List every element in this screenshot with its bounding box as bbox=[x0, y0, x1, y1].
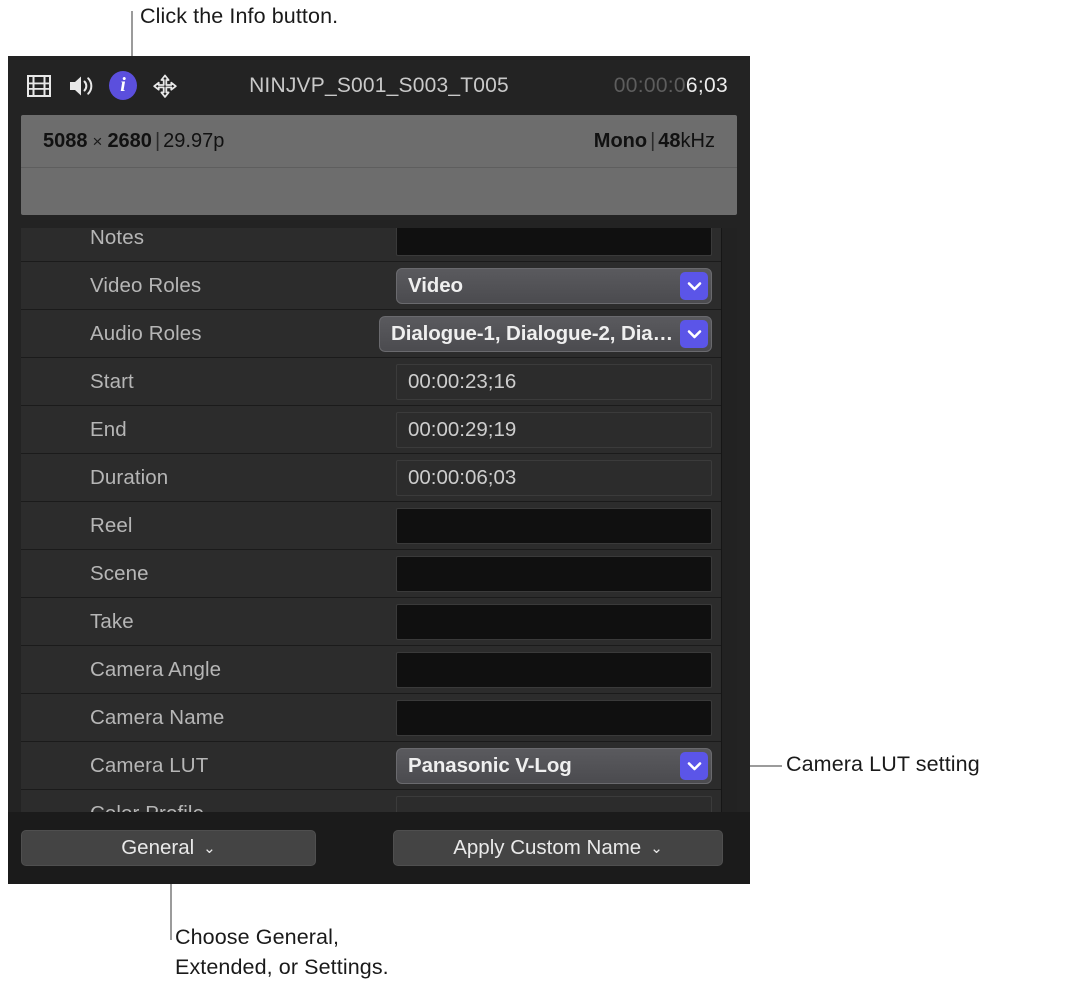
popup-button-label: Dialogue-1, Dialogue-2, Dia… bbox=[391, 321, 673, 345]
audio-channels: Mono bbox=[593, 129, 648, 152]
metadata-field-value: 00:00:23;16 bbox=[396, 363, 721, 400]
inspector-window: i NINJVP_S001_S003_T005 00:00:0 6;03 5088… bbox=[8, 56, 750, 884]
inspector-toolbar: i NINJVP_S001_S003_T005 00:00:0 6;03 bbox=[8, 56, 750, 115]
chevron-down-icon[interactable] bbox=[680, 271, 708, 300]
text-field[interactable] bbox=[396, 228, 712, 256]
metadata-field-value bbox=[396, 795, 721, 812]
sample-rate-unit: kHz bbox=[680, 129, 715, 152]
metadata-field-label: Reel bbox=[90, 513, 133, 537]
inspector-tab-icons: i bbox=[8, 71, 179, 100]
timecode-dim-part: 00:00:0 bbox=[613, 73, 686, 97]
popup-button[interactable]: Dialogue-1, Dialogue-2, Dia… bbox=[379, 315, 712, 352]
readonly-field bbox=[396, 795, 712, 812]
metadata-scrollbar[interactable] bbox=[721, 228, 737, 812]
metadata-field-label: End bbox=[90, 417, 127, 441]
media-summary-row: 5088 × 2680 | 29.97p Mono | 48 kHz bbox=[21, 115, 737, 168]
table-row: Audio Roles Dialogue-1, Dialogue-2, Dia… bbox=[21, 310, 721, 358]
table-row: Duration 00:00:06;03 bbox=[21, 454, 721, 502]
metadata-field-label: Camera Angle bbox=[90, 657, 222, 681]
metadata-field-value bbox=[396, 555, 721, 592]
chevron-down-icon[interactable] bbox=[680, 751, 708, 780]
table-row: Camera Name bbox=[21, 694, 721, 742]
metadata-field-value bbox=[396, 507, 721, 544]
callout-camera-lut-setting: Camera LUT setting bbox=[786, 752, 980, 776]
dimension-separator-icon: × bbox=[92, 131, 103, 151]
table-row: Video Roles Video bbox=[21, 262, 721, 310]
table-row: End 00:00:29;19 bbox=[21, 406, 721, 454]
clip-timecode: 00:00:0 6;03 bbox=[614, 56, 728, 115]
chevron-down-icon[interactable] bbox=[680, 319, 708, 348]
text-field[interactable]: 00:00:29;19 bbox=[396, 411, 712, 448]
table-row: Notes bbox=[21, 228, 721, 262]
metadata-list: Notes Video Roles Video Audio Roles Dialogue… bbox=[21, 228, 737, 812]
popup-button-label: Panasonic V-Log bbox=[408, 753, 572, 777]
text-field[interactable] bbox=[396, 651, 712, 688]
media-summary-empty-row bbox=[21, 168, 737, 214]
inspector-button-bar: General ⌄ Apply Custom Name ⌄ bbox=[8, 812, 750, 884]
text-field[interactable] bbox=[396, 507, 712, 544]
metadata-field-label: Camera LUT bbox=[90, 753, 209, 777]
metadata-field-value: Panasonic V-Log bbox=[396, 747, 721, 784]
metadata-field-label: Camera Name bbox=[90, 705, 225, 729]
metadata-field-label: Video Roles bbox=[90, 273, 202, 297]
metadata-field-label: Start bbox=[90, 369, 134, 393]
media-summary-bar: 5088 × 2680 | 29.97p Mono | 48 kHz bbox=[21, 115, 737, 215]
table-row: Start 00:00:23;16 bbox=[21, 358, 721, 406]
table-row: Camera LUT Panasonic V-Log bbox=[21, 742, 721, 790]
popup-button-label: Video bbox=[408, 273, 463, 297]
metadata-field-label: Scene bbox=[90, 561, 149, 585]
callout-choose-general: Choose General, Extended, or Settings. bbox=[175, 925, 389, 979]
frame-height: 2680 bbox=[107, 129, 152, 152]
leader-line-general-button bbox=[170, 884, 172, 940]
metadata-view-button[interactable]: General ⌄ bbox=[21, 830, 316, 866]
text-field[interactable]: 00:00:23;16 bbox=[396, 363, 712, 400]
audio-separator: | bbox=[650, 129, 656, 152]
metadata-view-label: General bbox=[121, 836, 195, 859]
metadata-field-value bbox=[396, 651, 721, 688]
callout-click-info-button: Click the Info button. bbox=[140, 4, 339, 28]
text-field[interactable] bbox=[396, 699, 712, 736]
info-badge: i bbox=[109, 71, 137, 100]
table-row: Reel bbox=[21, 502, 721, 550]
apply-custom-name-label: Apply Custom Name bbox=[453, 836, 642, 859]
apply-custom-name-button[interactable]: Apply Custom Name ⌄ bbox=[393, 830, 723, 866]
chevron-down-icon: ⌄ bbox=[650, 839, 663, 857]
metadata-field-value: 00:00:29;19 bbox=[396, 411, 721, 448]
metadata-field-label: Audio Roles bbox=[90, 321, 202, 345]
text-field[interactable] bbox=[396, 555, 712, 592]
metadata-field-value: Video bbox=[396, 267, 721, 304]
info-glyph: i bbox=[120, 74, 126, 96]
metadata-rows-container: Notes Video Roles Video Audio Roles Dialogue… bbox=[21, 228, 721, 812]
video-separator: | bbox=[154, 129, 161, 152]
speaker-icon[interactable] bbox=[67, 72, 95, 100]
metadata-field-label: Take bbox=[90, 609, 134, 633]
chevron-down-icon: ⌄ bbox=[203, 839, 216, 857]
metadata-field-value bbox=[396, 699, 721, 736]
table-row: Camera Angle bbox=[21, 646, 721, 694]
audio-summary: Mono | 48 kHz bbox=[594, 130, 715, 153]
popup-button[interactable]: Video bbox=[396, 267, 712, 304]
table-row: Scene bbox=[21, 550, 721, 598]
metadata-field-label: Duration bbox=[90, 465, 169, 489]
frame-width: 5088 bbox=[43, 129, 88, 152]
popup-button[interactable]: Panasonic V-Log bbox=[396, 747, 712, 784]
text-field[interactable]: 00:00:06;03 bbox=[396, 459, 712, 496]
metadata-field-value: 00:00:06;03 bbox=[396, 459, 721, 496]
table-row: Take bbox=[21, 598, 721, 646]
metadata-field-value bbox=[396, 603, 721, 640]
timecode-bright-part: 6;03 bbox=[685, 73, 728, 97]
text-field[interactable] bbox=[396, 603, 712, 640]
metadata-field-label: Color Profile bbox=[21, 802, 396, 813]
stabilization-icon[interactable] bbox=[151, 72, 179, 100]
table-row: Color Profile bbox=[21, 790, 721, 812]
frame-rate: 29.97p bbox=[163, 129, 225, 152]
metadata-field-value: Dialogue-1, Dialogue-2, Dia… bbox=[379, 315, 721, 352]
video-summary: 5088 × 2680 | 29.97p bbox=[43, 130, 594, 153]
metadata-field-value bbox=[396, 228, 721, 256]
sample-rate-number: 48 bbox=[658, 129, 681, 152]
info-icon[interactable]: i bbox=[109, 71, 137, 100]
film-strip-icon[interactable] bbox=[25, 72, 53, 100]
metadata-field-label: Notes bbox=[90, 228, 145, 249]
